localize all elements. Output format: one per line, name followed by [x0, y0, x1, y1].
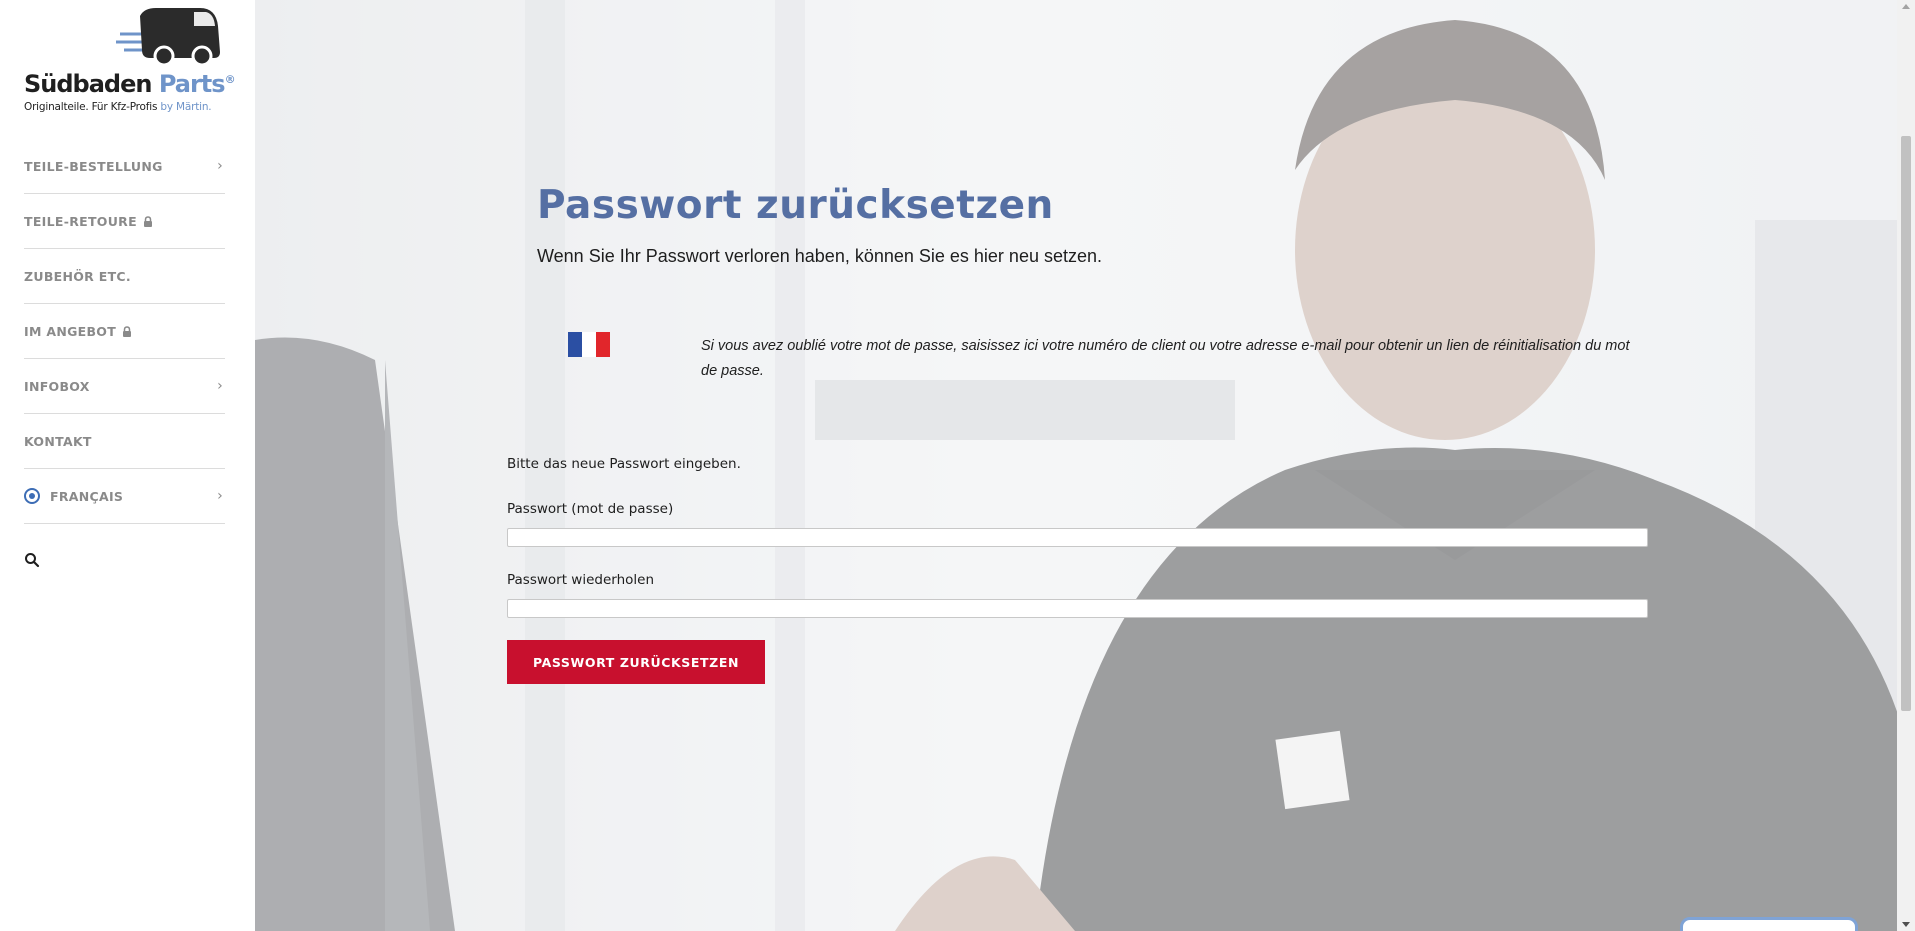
main-nav: TEILE-BESTELLUNG › TEILE-RETOURE ZUBEHÖR…	[24, 139, 225, 524]
page-title: Passwort zurücksetzen	[537, 183, 1054, 228]
nav-item-teile-retoure[interactable]: TEILE-RETOURE	[24, 194, 225, 249]
nav-item-label: TEILE-BESTELLUNG	[24, 158, 163, 174]
nav-item-label: TEILE-RETOURE	[24, 213, 137, 229]
password-label: Passwort (mot de passe)	[507, 501, 674, 517]
french-flag-icon	[568, 332, 610, 357]
nav-item-teile-bestellung[interactable]: TEILE-BESTELLUNG ›	[24, 139, 225, 194]
main-content: Passwort zurücksetzen Wenn Sie Ihr Passw…	[255, 0, 1915, 931]
brand-tagline: Originalteile. Für Kfz-Profis by Märtin.	[24, 101, 212, 113]
page-subtitle: Wenn Sie Ihr Passwort verloren haben, kö…	[537, 246, 1102, 266]
nav-item-label: ZUBEHÖR ETC.	[24, 268, 131, 284]
chevron-right-icon: ›	[217, 378, 223, 394]
logo[interactable]: Südbaden Parts® Originalteile. Für Kfz-P…	[24, 4, 236, 114]
nav-item-label: IM ANGEBOT	[24, 323, 117, 339]
brand-name: Südbaden Parts®	[24, 70, 236, 98]
chat-widget-tab[interactable]	[1680, 917, 1858, 931]
nav-item-kontakt[interactable]: KONTAKT	[24, 414, 225, 469]
password-repeat-input[interactable]	[507, 599, 1648, 618]
form-intro: Bitte das neue Passwort eingeben.	[507, 456, 741, 472]
scroll-down-icon[interactable]	[1902, 922, 1910, 927]
nav-item-language[interactable]: FRANÇAIS ›	[24, 469, 225, 524]
password-repeat-label: Passwort wiederholen	[507, 572, 655, 588]
nav-item-label: KONTAKT	[24, 433, 92, 449]
globe-icon	[24, 488, 40, 504]
van-logo-icon	[116, 8, 220, 67]
lock-icon	[143, 215, 152, 227]
nav-item-label: FRANÇAIS	[50, 488, 124, 504]
page-scrollbar[interactable]	[1897, 0, 1915, 931]
reset-password-button[interactable]: PASSWORT ZURÜCKSETZEN	[507, 640, 765, 684]
sidebar: Südbaden Parts® Originalteile. Für Kfz-P…	[0, 0, 255, 931]
search-icon[interactable]	[24, 552, 40, 568]
nav-item-zubehoer[interactable]: ZUBEHÖR ETC.	[24, 249, 225, 304]
nav-item-label: INFOBOX	[24, 378, 90, 394]
nav-item-im-angebot[interactable]: IM ANGEBOT	[24, 304, 225, 359]
chevron-right-icon: ›	[217, 158, 223, 174]
scrollbar-thumb[interactable]	[1901, 136, 1911, 711]
password-input[interactable]	[507, 528, 1648, 547]
lock-icon	[123, 325, 132, 337]
french-info-note: Si vous avez oublié votre mot de passe, …	[701, 338, 1630, 379]
reset-password-section: Passwort zurücksetzen Wenn Sie Ihr Passw…	[255, 0, 1915, 931]
chevron-right-icon: ›	[217, 488, 223, 504]
scroll-up-icon[interactable]	[1902, 4, 1910, 9]
nav-item-infobox[interactable]: INFOBOX ›	[24, 359, 225, 414]
